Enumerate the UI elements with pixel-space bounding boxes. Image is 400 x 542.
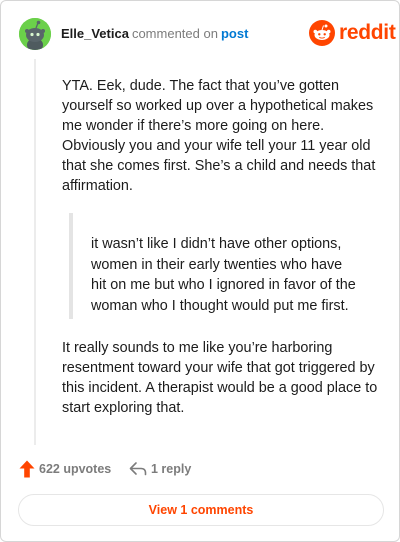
- comment-meta: Elle_Vetica commented on post: [61, 26, 248, 42]
- reply-arrow-icon: [129, 462, 147, 476]
- user-avatar[interactable]: [19, 18, 51, 50]
- reply-count: 1 reply: [151, 462, 192, 476]
- commented-on-text: commented on: [131, 26, 218, 41]
- quote-line: woman who I thought would put me first.: [91, 297, 349, 314]
- snoo-avatar-icon: [19, 18, 51, 50]
- comment-paragraph-1: YTA. Eek, dude. The fact that you’ve got…: [62, 78, 376, 194]
- blockquote: it wasn’t like I didn’t have other optio…: [69, 213, 385, 323]
- quote-bar: [69, 213, 73, 319]
- view-comments-button[interactable]: View 1 comments: [18, 494, 384, 526]
- post-link[interactable]: post: [221, 26, 248, 41]
- quote-line: it wasn’t like I didn’t have other optio…: [91, 236, 342, 252]
- quote-line: hit on me but who I ignored in favor of …: [91, 277, 356, 293]
- upvote-count: 622 upvotes: [39, 462, 112, 476]
- reply-button[interactable]: 1 reply: [129, 459, 209, 481]
- username-link[interactable]: Elle_Vetica: [61, 26, 129, 41]
- quote-text: it wasn’t like I didn’t have other optio…: [91, 234, 383, 316]
- upvote-arrow-icon: [19, 460, 35, 478]
- comment-header: Elle_Vetica commented on post reddit: [19, 17, 396, 51]
- reddit-wordmark: reddit: [339, 21, 396, 44]
- reddit-alien-icon: [309, 20, 335, 46]
- thread-line[interactable]: [34, 59, 36, 445]
- upvote-button[interactable]: 622 upvotes: [19, 459, 119, 481]
- comment-paragraph-2: It really sounds to me like you’re harbo…: [62, 340, 378, 416]
- reddit-logo[interactable]: reddit: [309, 20, 396, 46]
- comment-card: Elle_Vetica commented on post reddit YTA. …: [0, 0, 400, 542]
- comment-actions: 622 upvotes 1 reply: [19, 459, 381, 481]
- quote-line: women in their early twenties who have: [91, 256, 343, 273]
